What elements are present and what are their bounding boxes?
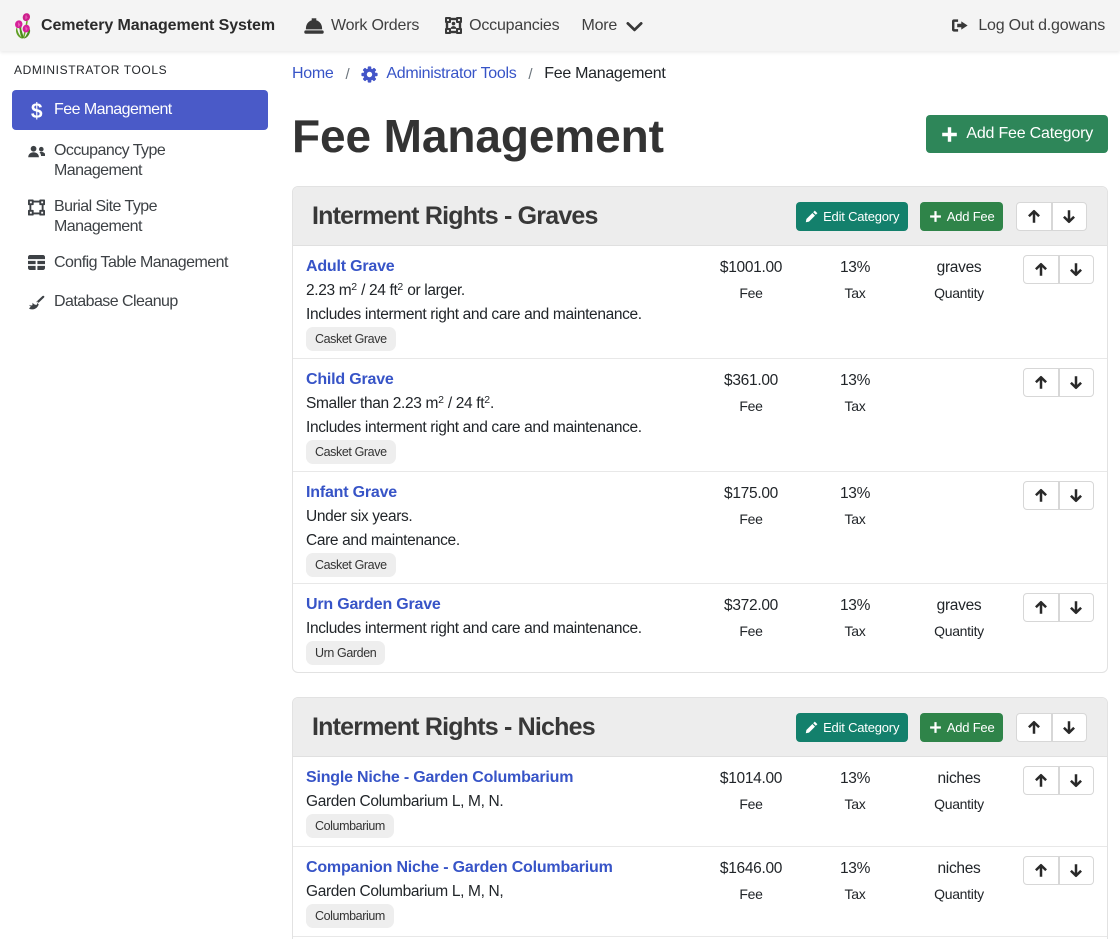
svg-text:$: $ [31,101,43,122]
